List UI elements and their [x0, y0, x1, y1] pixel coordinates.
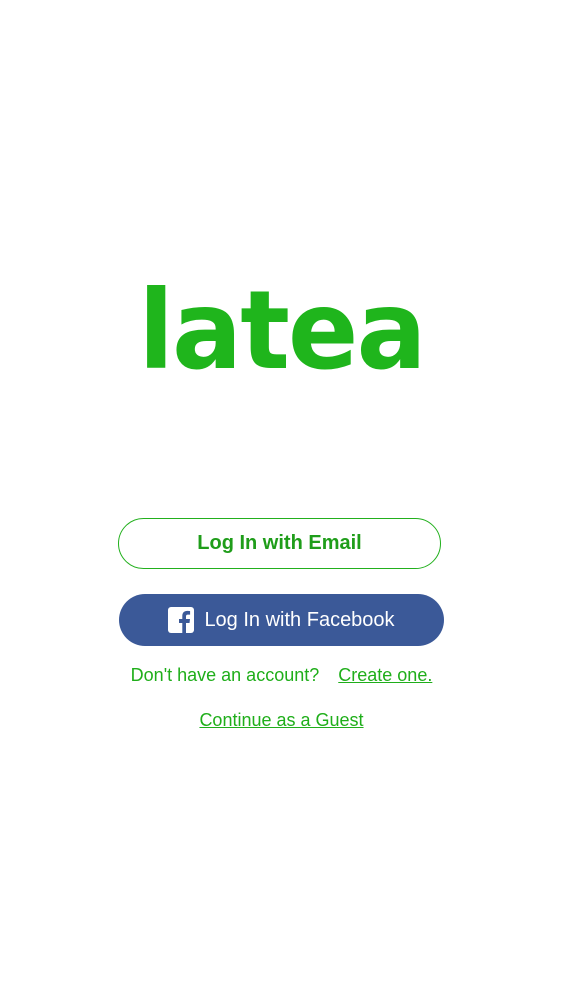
app-logo: latea: [138, 265, 426, 395]
signup-prompt: Don't have an account?: [130, 665, 320, 685]
login-with-facebook-label: Log In with Facebook: [204, 608, 395, 631]
login-with-facebook-button[interactable]: Log In with Facebook: [119, 594, 444, 646]
login-with-email-label: Log In with Email: [197, 532, 362, 554]
signup-row: Don't have an account? Create one.: [0, 665, 563, 686]
create-account-link[interactable]: Create one.: [338, 665, 432, 685]
login-with-email-button[interactable]: Log In with Email: [118, 518, 441, 569]
guest-row: Continue as a Guest: [0, 710, 563, 731]
facebook-icon: [168, 607, 195, 633]
continue-as-guest-link[interactable]: Continue as a Guest: [199, 710, 363, 730]
